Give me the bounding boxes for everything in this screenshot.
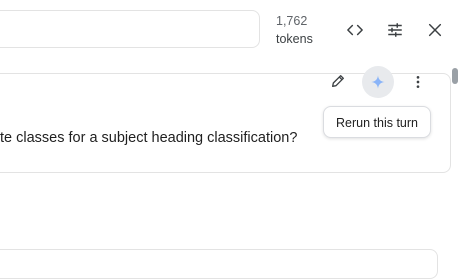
sparkle-icon — [371, 75, 385, 89]
scrollbar-track[interactable] — [450, 66, 460, 261]
next-turn-card — [0, 249, 438, 279]
tune-icon — [388, 23, 402, 37]
code-view-button[interactable] — [341, 16, 369, 44]
token-count-unit: tokens — [276, 32, 313, 46]
prompt-input-field[interactable] — [0, 10, 260, 48]
close-button[interactable] — [421, 16, 449, 44]
more-vert-icon — [416, 76, 420, 88]
pencil-icon — [332, 75, 344, 87]
token-counter: 1,762 tokens — [276, 12, 313, 48]
edit-turn-button[interactable] — [324, 67, 352, 95]
more-options-button[interactable] — [404, 68, 432, 96]
code-icon — [347, 24, 363, 36]
token-count-value: 1,762 — [276, 14, 308, 28]
run-settings-button[interactable] — [381, 16, 409, 44]
rerun-tooltip: Rerun this turn — [323, 106, 431, 138]
user-message-text: te classes for a subject heading classif… — [0, 130, 298, 146]
rerun-turn-button[interactable] — [362, 66, 394, 98]
scrollbar-thumb[interactable] — [452, 68, 458, 84]
close-icon — [428, 23, 442, 37]
